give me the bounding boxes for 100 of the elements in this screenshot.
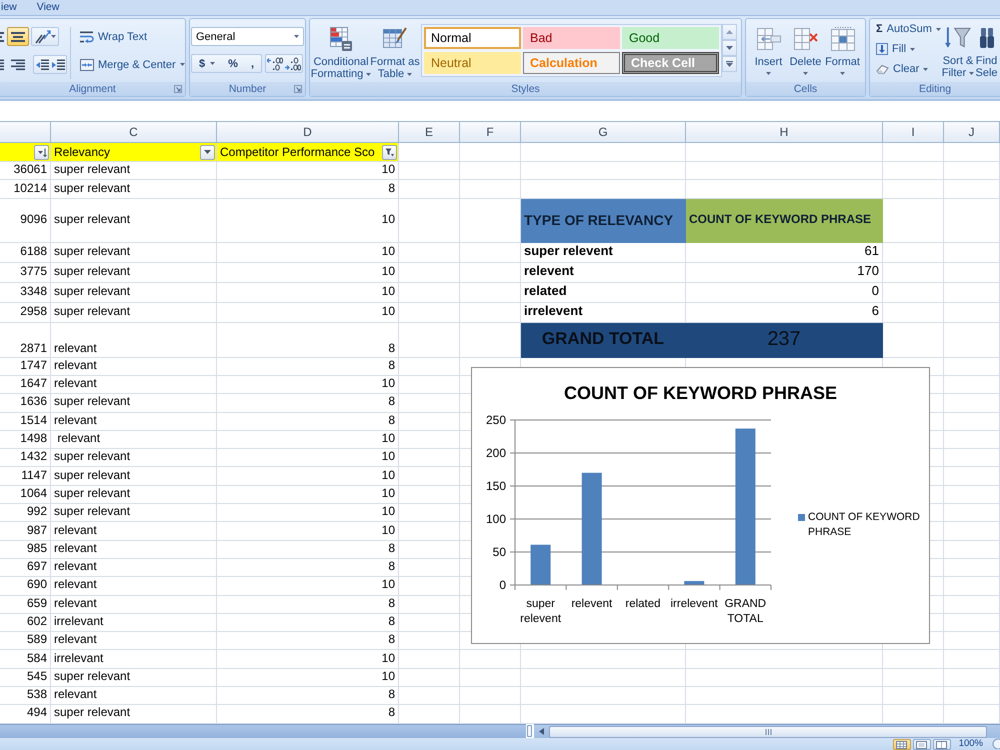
increase-decimal-button[interactable] [266, 55, 284, 72]
currency-button[interactable]: $ [192, 55, 222, 72]
caret-icon [910, 48, 916, 50]
column-header[interactable]: E [399, 122, 460, 143]
eraser-icon [876, 64, 889, 74]
cell-style-option[interactable]: Normal [424, 27, 521, 49]
vertical-align-button[interactable] [7, 27, 29, 46]
table-cell-text: 10 [380, 449, 396, 466]
number-format-dropdown[interactable]: General [191, 27, 304, 46]
dialog-launcher-icon[interactable] [294, 85, 302, 93]
table-cell-text: super relevant [53, 668, 132, 685]
table-cell-text: 584 [26, 650, 48, 667]
fill-button[interactable]: Fill [874, 40, 940, 58]
decrease-decimal-button[interactable] [284, 55, 302, 72]
group-label: Cells [794, 82, 818, 96]
binoculars-icon [980, 26, 994, 50]
filter-button[interactable] [200, 144, 215, 160]
bar [530, 544, 551, 585]
table-cell-text: 10 [380, 376, 396, 392]
column-header[interactable]: C [51, 122, 217, 143]
table-cell-text: 8 [387, 540, 396, 557]
table-cell-text: 1147 [20, 467, 48, 484]
view-button[interactable] [932, 739, 951, 750]
dialog-launcher-icon[interactable] [174, 85, 182, 93]
merge-center-button[interactable]: Merge & Center [78, 55, 187, 74]
filter-button[interactable] [34, 144, 49, 160]
column-header[interactable]: J [944, 122, 1000, 143]
table-cell-text: 10 [380, 242, 396, 260]
clear-button[interactable]: Clear [874, 60, 940, 78]
column-header[interactable]: H [686, 122, 883, 143]
table-cell-text: 10 [380, 282, 396, 300]
view-button[interactable] [892, 739, 911, 750]
table-cell-text: 10 [380, 504, 396, 520]
find-select-button[interactable]: Find Sele [976, 24, 997, 79]
table-cell-text: 8 [387, 595, 396, 612]
table-cell-text: 1432 [19, 449, 48, 466]
table-cell-text: 0 [870, 282, 880, 300]
table-cell-text: 985 [26, 540, 48, 557]
format-as-table-button[interactable]: Format as Table [371, 25, 419, 80]
cells-command-button[interactable]: Delete [787, 25, 824, 75]
autosum-button[interactable]: Σ AutoSum [874, 20, 940, 38]
table-cell-text: 10 [380, 650, 396, 667]
caret-icon [923, 68, 928, 70]
conditional-formatting-button[interactable]: Conditional Formatting [311, 25, 371, 80]
table-cell-text: 61 [864, 242, 880, 260]
table-cell-text: relevant [56, 430, 102, 448]
table-cell-text: 8 [387, 614, 396, 630]
gallery-more-button[interactable] [722, 56, 737, 72]
group-label: Alignment [69, 82, 116, 96]
table-cell-text: super relevant [53, 705, 132, 722]
cells-command-button[interactable]: Format [824, 25, 861, 75]
table-cell-text: 1064 [19, 486, 48, 502]
fill-icon [876, 43, 888, 55]
table-cell-text: relevant [53, 558, 98, 576]
table-header-cell: TYPE OF RELEVANCY [521, 198, 686, 243]
cell-style-option[interactable]: Good [622, 27, 719, 49]
table-cell-text: 8 [387, 358, 396, 374]
column-header[interactable]: D [217, 122, 399, 143]
table-cell-text: 8 [387, 632, 396, 648]
table-cell-text: 1647 [19, 376, 48, 392]
caret-icon [969, 72, 974, 74]
group-label: Editing [918, 82, 952, 96]
tab-split-handle[interactable] [527, 725, 532, 737]
x-axis-label: relevent [570, 597, 614, 612]
horizontal-scrollbar[interactable] [534, 724, 1000, 738]
view-button[interactable] [912, 739, 931, 750]
table-cell-text: super relevant [53, 449, 132, 466]
filter-button[interactable] [382, 144, 397, 160]
ribbon-tab[interactable]: View [26, 0, 70, 15]
scrollbar-thumb[interactable] [549, 726, 987, 738]
table-cell-text: super relevent [523, 242, 614, 260]
table-cell-text: relevant [53, 540, 98, 557]
sort-filter-button[interactable]: Sort & Filter [940, 24, 976, 79]
table-cell-text: relevant [53, 376, 98, 392]
table-cell-text: relevant [53, 686, 98, 704]
x-axis-label: GRAND TOTAL [724, 597, 768, 627]
table-cell-text: 602 [26, 614, 48, 630]
table-cell-text: 10 [380, 522, 396, 539]
table-cell-text: relevant [53, 577, 98, 594]
table-cell-text: relevant [53, 340, 98, 357]
table-cell-text: super relevant [53, 262, 132, 280]
comma-style-button[interactable]: , [244, 55, 261, 72]
increase-decimal-icon [267, 56, 283, 70]
grid-view-icon [896, 740, 908, 748]
wrap-text-button[interactable]: Wrap Text [78, 27, 187, 46]
table-cell-text: relevant [53, 632, 98, 648]
percent-button[interactable]: % [222, 55, 244, 72]
cell-style-option[interactable]: Bad [523, 27, 620, 49]
orientation-button[interactable] [31, 27, 59, 46]
table-cell-text: 1747 [19, 358, 48, 374]
caret-icon [936, 28, 941, 30]
column-header[interactable]: G [521, 122, 686, 143]
caret-icon [294, 35, 299, 38]
table-cell: GRAND TOTAL [521, 322, 686, 358]
column-header[interactable]: I [883, 122, 944, 143]
gallery-down-button[interactable] [722, 40, 737, 56]
column-header[interactable]: F [460, 122, 521, 143]
ribbon-tab[interactable]: iew [0, 0, 27, 15]
cell-style-option[interactable]: Neutral [424, 52, 521, 74]
cells-command-button[interactable]: Insert [750, 25, 787, 75]
